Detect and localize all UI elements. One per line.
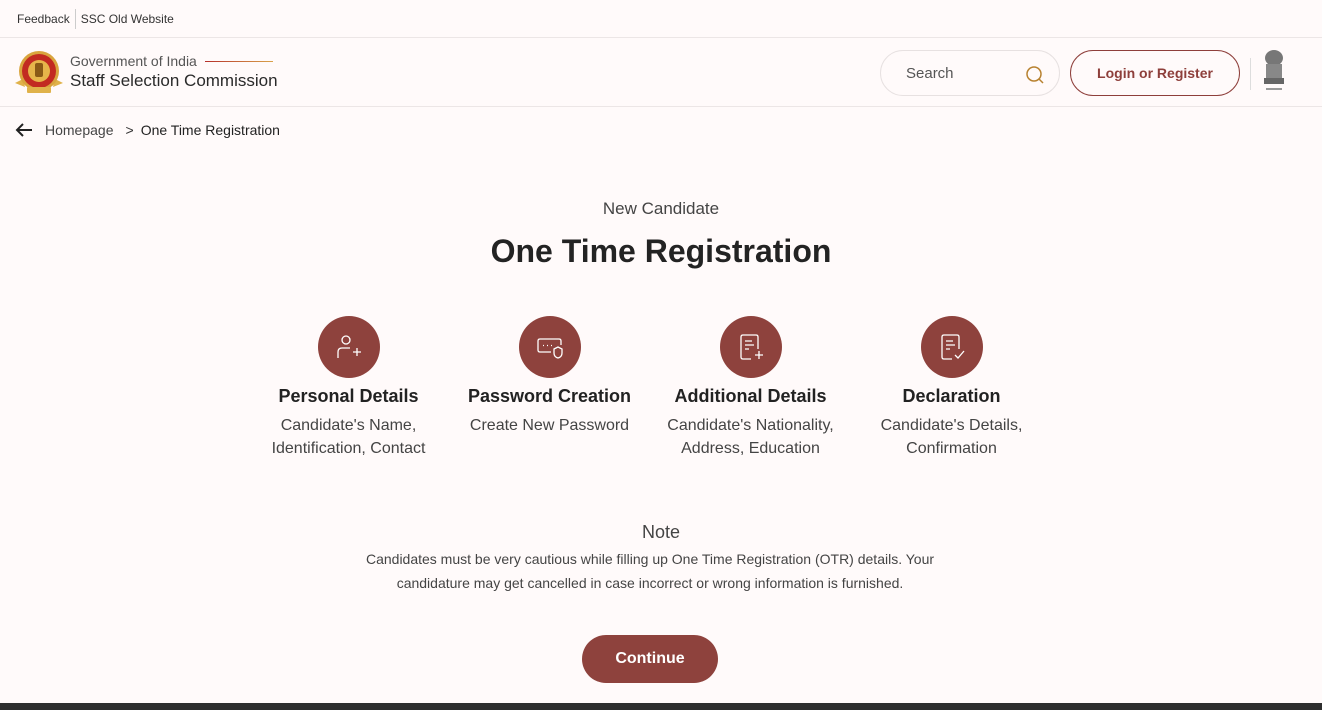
step-description: Candidate's Name, Identification, Contac… (271, 417, 426, 457)
breadcrumb-separator: > (125, 122, 134, 138)
step-name: Additional Details (674, 386, 827, 406)
password-shield-icon (518, 316, 581, 378)
breadcrumb-home-link[interactable]: Homepage (45, 122, 114, 138)
breadcrumb: Homepage > One Time Registration (15, 122, 280, 138)
step-personal-details: Personal Details Candidate's Name, Ident… (248, 316, 449, 460)
divider (74, 8, 76, 29)
feedback-link[interactable]: Feedback (17, 12, 70, 26)
login-register-button[interactable]: Login or Register (1070, 50, 1240, 96)
continue-button[interactable]: Continue (582, 635, 718, 683)
user-add-icon (317, 316, 380, 378)
breadcrumb-current: One Time Registration (140, 122, 280, 138)
search-input[interactable] (906, 64, 1016, 82)
decorative-line (204, 60, 273, 62)
gov-text: Government of India (70, 53, 197, 69)
footer (0, 703, 1322, 710)
step-name: Password Creation (467, 386, 632, 406)
registration-steps: Personal Details Candidate's Name, Ident… (248, 316, 1052, 460)
divider (1250, 58, 1251, 90)
step-declaration: Declaration Candidate's Details, Confirm… (851, 316, 1052, 460)
step-additional-details: Additional Details Candidate's Nationali… (650, 316, 851, 460)
page-subtitle: New Candidate (602, 199, 720, 218)
org-name: Staff Selection Commission (70, 71, 278, 90)
document-add-icon (719, 316, 782, 378)
gov-label: Government of India (70, 53, 278, 69)
ssc-logo-icon[interactable] (13, 49, 65, 95)
national-emblem-icon (1260, 48, 1288, 94)
step-password-creation: Password Creation Create New Password (449, 316, 650, 460)
page-title: One Time Registration (490, 233, 832, 269)
step-description: Candidate's Nationality, Address, Educat… (667, 417, 834, 457)
ssc-old-website-link[interactable]: SSC Old Website (81, 12, 174, 26)
brand[interactable]: Government of India Staff Selection Comm… (70, 53, 278, 91)
document-check-icon (920, 316, 983, 378)
search-icon[interactable] (1025, 65, 1045, 90)
site-header: Government of India Staff Selection Comm… (0, 38, 1322, 107)
step-name: Declaration (902, 386, 1001, 406)
step-description: Candidate's Details, Confirmation (880, 417, 1023, 457)
arrow-left-icon[interactable] (15, 122, 33, 138)
search-box[interactable] (880, 50, 1060, 96)
top-links-bar: Feedback SSC Old Website (0, 0, 1322, 38)
step-name: Personal Details (278, 386, 419, 406)
note-text: Candidates must be very cautious while f… (365, 551, 935, 591)
step-description: Create New Password (469, 417, 630, 434)
note-heading: Note (641, 522, 681, 542)
